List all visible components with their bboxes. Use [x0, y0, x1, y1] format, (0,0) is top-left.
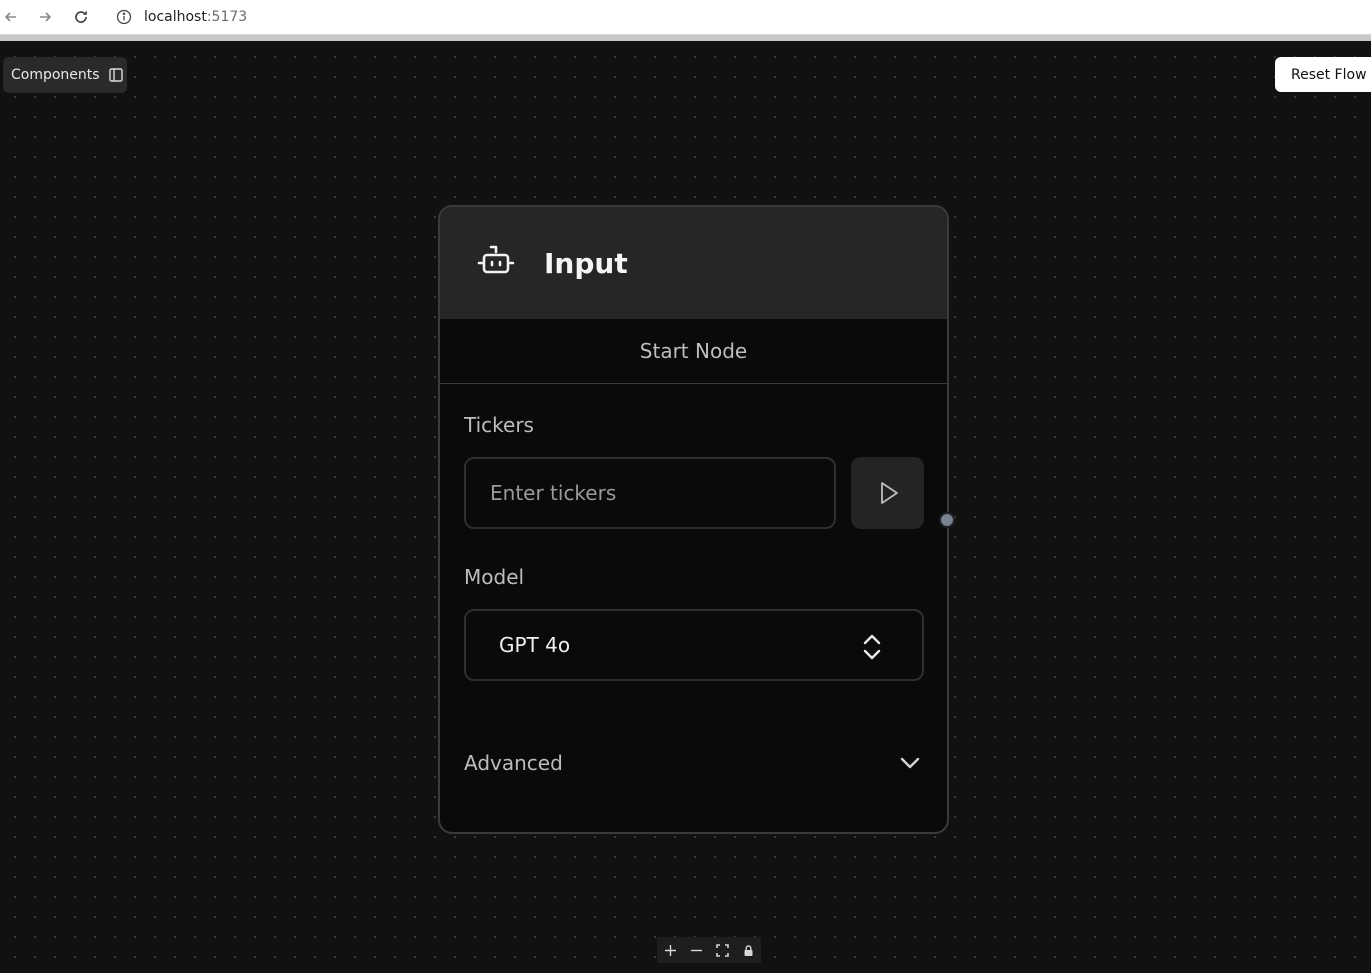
play-icon [880, 482, 898, 504]
chevron-down-icon [898, 751, 922, 775]
forward-arrow-icon[interactable] [34, 6, 56, 28]
advanced-label: Advanced [464, 751, 563, 775]
model-select[interactable]: GPT 4o [464, 609, 924, 681]
tickers-label: Tickers [464, 413, 534, 437]
model-value: GPT 4o [499, 633, 571, 657]
advanced-toggle[interactable]: Advanced [464, 745, 924, 781]
sidebar-panel-icon [108, 67, 124, 83]
url-port: :5173 [206, 9, 248, 25]
bot-icon [476, 243, 516, 283]
tickers-input[interactable] [464, 457, 836, 529]
input-node[interactable]: Input Start Node Tickers Model GPT 4o Ad… [438, 205, 955, 834]
model-label: Model [464, 565, 525, 589]
url-text: localhost:5173 [144, 9, 247, 25]
browser-toolbar: localhost:5173 [0, 0, 1371, 35]
url-host: localhost [144, 9, 207, 25]
run-button[interactable] [851, 457, 924, 529]
back-arrow-icon[interactable] [0, 6, 22, 28]
fit-view-icon[interactable] [709, 937, 735, 963]
zoom-in-icon[interactable] [657, 937, 683, 963]
site-info-icon[interactable] [116, 9, 132, 25]
components-button[interactable]: Components [3, 57, 127, 93]
output-handle[interactable] [939, 512, 955, 528]
reset-flow-button[interactable]: Reset Flow [1275, 57, 1371, 92]
address-bar[interactable]: localhost:5173 [106, 2, 1371, 32]
node-subtitle: Start Node [440, 319, 947, 384]
lock-icon[interactable] [735, 937, 761, 963]
reload-icon[interactable] [70, 6, 92, 28]
chevron-up-down-icon [860, 633, 884, 661]
canvas-controls [657, 937, 761, 963]
node-title: Input [544, 246, 628, 280]
components-label: Components [11, 67, 100, 83]
node-header: Input [440, 207, 947, 319]
flow-canvas[interactable]: Components Reset Flow Input Start Node T… [0, 41, 1371, 973]
zoom-out-icon[interactable] [683, 937, 709, 963]
